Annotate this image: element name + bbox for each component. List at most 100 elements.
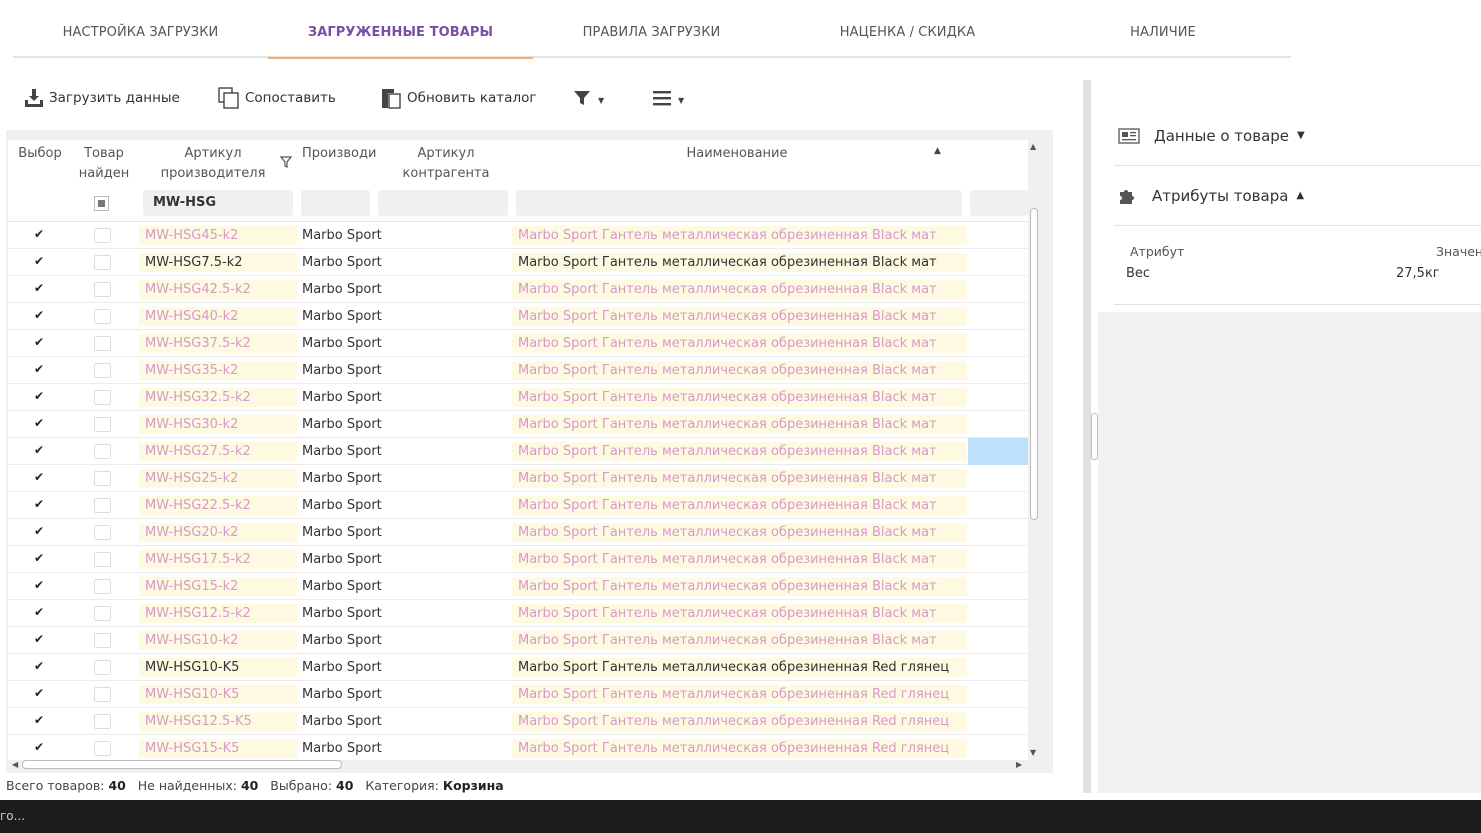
attributes-section[interactable]: Атрибуты товара ▲ [1114,166,1481,226]
column-filter-icon[interactable] [280,156,292,168]
article-cell: MW-HSG10-k2 [139,631,297,650]
header-manufacturer[interactable]: Производи [302,144,382,164]
upload-data-button[interactable]: Загрузить данные [24,86,180,110]
table-row[interactable]: ✔ MW-HSG12.5-K5 Marbo Sport Marbo Sport Ган… [8,708,1028,735]
update-catalog-button[interactable]: Обновить каталог [380,86,536,110]
scroll-down-icon[interactable]: ▼ [1030,748,1036,757]
found-checkbox[interactable] [94,363,111,378]
panel-splitter[interactable] [1083,80,1091,793]
found-checkbox[interactable] [94,282,111,297]
contractor-filter-input[interactable] [378,190,508,216]
extra-filter-input[interactable] [970,190,1028,216]
row-select-checkbox[interactable]: ✔ [32,713,46,727]
found-checkbox[interactable] [94,444,111,459]
scroll-up-icon[interactable]: ▲ [1030,142,1036,151]
table-row[interactable]: ✔ MW-HSG12.5-k2 Marbo Sport Marbo Sport Ган… [8,600,1028,627]
row-select-checkbox[interactable]: ✔ [32,470,46,484]
row-select-checkbox[interactable]: ✔ [32,416,46,430]
tab-markup-discount[interactable]: НАЦЕНКА / СКИДКА [770,0,1045,58]
table-row[interactable]: ✔ MW-HSG27.5-k2 Marbo Sport Marbo Sport Ган… [8,438,1028,465]
article-cell: MW-HSG12.5-K5 [139,712,297,731]
tab-upload-settings[interactable]: НАСТРОЙКА ЗАГРУЗКИ [13,0,268,58]
header-found[interactable]: Товар найден [72,144,136,184]
row-select-checkbox[interactable]: ✔ [32,659,46,673]
header-select[interactable]: Выбор [14,144,66,164]
table-row[interactable]: ✔ MW-HSG15-K5 Marbo Sport Marbo Sport Ганте… [8,735,1028,760]
table-row[interactable]: ✔ MW-HSG25-k2 Marbo Sport Marbo Sport Ганте… [8,465,1028,492]
columns-menu-button[interactable]: ▼ [653,86,684,110]
header-article[interactable]: Артикул производителя [148,144,278,184]
found-checkbox[interactable] [94,228,111,243]
found-checkbox[interactable] [94,390,111,405]
found-checkbox[interactable] [94,309,111,324]
row-select-checkbox[interactable]: ✔ [32,281,46,295]
select-all-checkbox[interactable] [94,196,109,211]
table-row[interactable]: ✔ MW-HSG10-K5 Marbo Sport Marbo Sport Ганте… [8,681,1028,708]
found-checkbox[interactable] [94,714,111,729]
row-select-checkbox[interactable]: ✔ [32,308,46,322]
match-button[interactable]: Сопоставить [218,86,336,110]
scroll-right-icon[interactable]: ▶ [1016,760,1022,769]
row-select-checkbox[interactable]: ✔ [32,740,46,754]
found-checkbox[interactable] [94,471,111,486]
article-filter-input[interactable]: MW-HSG [143,190,293,216]
table-row[interactable]: ✔ MW-HSG20-k2 Marbo Sport Marbo Sport Ганте… [8,519,1028,546]
selected-cell[interactable] [968,438,1028,465]
found-checkbox[interactable] [94,417,111,432]
found-checkbox[interactable] [94,741,111,756]
header-name[interactable]: Наименование [512,144,962,164]
scroll-left-icon[interactable]: ◀ [12,760,18,769]
row-select-checkbox[interactable]: ✔ [32,497,46,511]
row-select-checkbox[interactable]: ✔ [32,362,46,376]
row-select-checkbox[interactable]: ✔ [32,605,46,619]
found-checkbox[interactable] [94,552,111,567]
row-select-checkbox[interactable]: ✔ [32,254,46,268]
header-found-line1: Товар [84,146,124,161]
row-select-checkbox[interactable]: ✔ [32,389,46,403]
table-row[interactable]: ✔ MW-HSG22.5-k2 Marbo Sport Marbo Sport Ган… [8,492,1028,519]
table-row[interactable]: ✔ MW-HSG10-K5 Marbo Sport Marbo Sport Ганте… [8,654,1028,681]
row-select-checkbox[interactable]: ✔ [32,551,46,565]
horizontal-scroll-thumb[interactable] [22,760,342,769]
found-checkbox[interactable] [94,660,111,675]
table-row[interactable]: ✔ MW-HSG17.5-k2 Marbo Sport Marbo Sport Ган… [8,546,1028,573]
table-row[interactable]: ✔ MW-HSG42.5-k2 Marbo Sport Marbo Sport Ган… [8,276,1028,303]
table-row[interactable]: ✔ MW-HSG32.5-k2 Marbo Sport Marbo Sport Ган… [8,384,1028,411]
row-select-checkbox[interactable]: ✔ [32,443,46,457]
vertical-scroll-thumb[interactable] [1030,208,1038,520]
found-checkbox[interactable] [94,498,111,513]
found-checkbox[interactable] [94,687,111,702]
found-checkbox[interactable] [94,525,111,540]
row-select-checkbox[interactable]: ✔ [32,578,46,592]
table-row[interactable]: ✔ MW-HSG7.5-k2 Marbo Sport Marbo Sport Гант… [8,249,1028,276]
row-select-checkbox[interactable]: ✔ [32,686,46,700]
row-select-checkbox[interactable]: ✔ [32,524,46,538]
found-checkbox[interactable] [94,255,111,270]
found-checkbox[interactable] [94,606,111,621]
sort-asc-icon[interactable]: ▲ [934,146,941,156]
product-data-section[interactable]: Данные о товаре ▼ [1114,106,1481,166]
vertical-scrollbar[interactable]: ▲ ▼ [1028,140,1040,760]
horizontal-scrollbar[interactable]: ◀ ▶ [8,760,1028,772]
tab-upload-rules[interactable]: ПРАВИЛА ЗАГРУЗКИ [533,0,770,58]
found-checkbox[interactable] [94,633,111,648]
row-select-checkbox[interactable]: ✔ [32,335,46,349]
table-row[interactable]: ✔ MW-HSG30-k2 Marbo Sport Marbo Sport Ганте… [8,411,1028,438]
splitter-handle[interactable] [1091,413,1098,460]
table-row[interactable]: ✔ MW-HSG37.5-k2 Marbo Sport Marbo Sport Ган… [8,330,1028,357]
tab-availability[interactable]: НАЛИЧИЕ [1045,0,1281,58]
header-contractor-article[interactable]: Артикул контрагента [386,144,506,184]
table-row[interactable]: ✔ MW-HSG45-k2 Marbo Sport Marbo Sport Ганте… [8,222,1028,249]
table-row[interactable]: ✔ MW-HSG15-k2 Marbo Sport Marbo Sport Ганте… [8,573,1028,600]
name-filter-input[interactable] [516,190,962,216]
row-select-checkbox[interactable]: ✔ [32,632,46,646]
found-checkbox[interactable] [94,336,111,351]
table-row[interactable]: ✔ MW-HSG35-k2 Marbo Sport Marbo Sport Ганте… [8,357,1028,384]
tab-loaded-products[interactable]: ЗАГРУЖЕННЫЕ ТОВАРЫ [268,0,533,59]
found-checkbox[interactable] [94,579,111,594]
table-row[interactable]: ✔ MW-HSG10-k2 Marbo Sport Marbo Sport Ганте… [8,627,1028,654]
manufacturer-filter-input[interactable] [301,190,370,216]
table-row[interactable]: ✔ MW-HSG40-k2 Marbo Sport Marbo Sport Ганте… [8,303,1028,330]
filter-dropdown-button[interactable]: ▼ [573,86,604,110]
row-select-checkbox[interactable]: ✔ [32,227,46,241]
